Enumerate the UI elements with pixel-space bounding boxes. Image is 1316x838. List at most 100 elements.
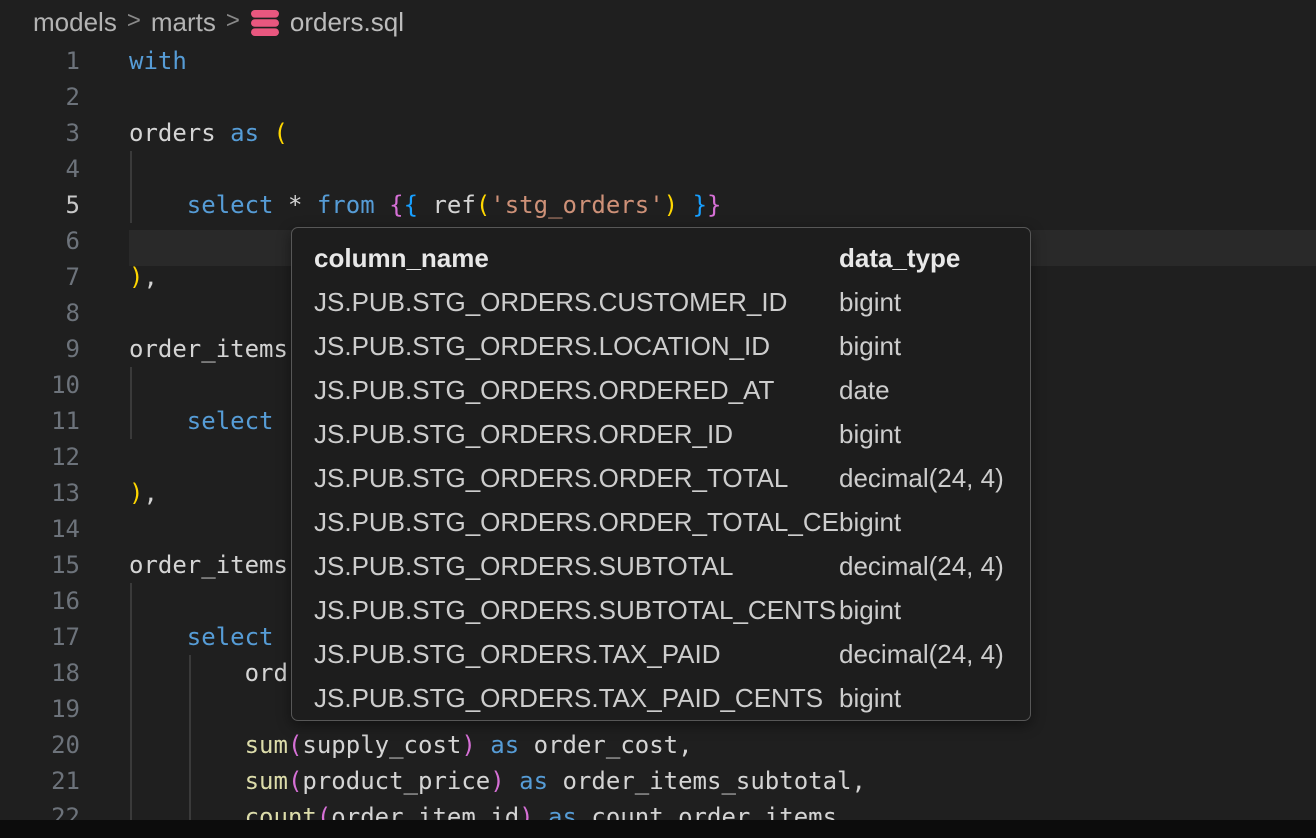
token: product_price bbox=[302, 767, 490, 795]
line-number[interactable]: 12 bbox=[0, 439, 80, 475]
token: order_items_subtotal, bbox=[563, 767, 866, 795]
token bbox=[476, 731, 490, 759]
popup-cell-column-name: JS.PUB.STG_ORDERS.ORDER_TOTAL_CENTS bbox=[314, 500, 839, 544]
line-number[interactable]: 7 bbox=[0, 259, 80, 295]
line-number[interactable]: 19 bbox=[0, 691, 80, 727]
token bbox=[129, 767, 245, 795]
popup-cell-data-type: decimal(24, 4) bbox=[839, 632, 1004, 676]
popup-table-row: JS.PUB.STG_ORDERS.ORDER_TOTAL_CENTSbigin… bbox=[314, 500, 1030, 544]
line-number[interactable]: 2 bbox=[0, 79, 80, 115]
token: ( bbox=[288, 731, 302, 759]
popup-table-row: JS.PUB.STG_ORDERS.SUBTOTALdecimal(24, 4) bbox=[314, 544, 1030, 588]
code-text: ord bbox=[129, 655, 288, 691]
line-number[interactable]: 8 bbox=[0, 295, 80, 331]
token: ( bbox=[274, 119, 288, 147]
token bbox=[129, 731, 245, 759]
popup-cell-data-type: bigint bbox=[839, 412, 901, 456]
code-text: ), bbox=[129, 475, 158, 511]
code-text: select * from {{ ref('stg_orders') }} bbox=[129, 187, 721, 223]
code-line-21[interactable]: 21 sum(product_price) as order_items_sub… bbox=[0, 763, 1316, 799]
breadcrumb-item-marts[interactable]: marts bbox=[151, 7, 216, 38]
token: ) bbox=[664, 191, 678, 219]
token: ) bbox=[129, 479, 143, 507]
code-line-2[interactable]: 2 bbox=[0, 79, 1316, 115]
hover-popup-table: column_name data_type JS.PUB.STG_ORDERS.… bbox=[291, 227, 1031, 721]
line-number[interactable]: 5 bbox=[0, 187, 80, 223]
line-number[interactable]: 11 bbox=[0, 403, 80, 439]
token: ( bbox=[476, 191, 490, 219]
code-text: order_items bbox=[129, 547, 288, 583]
token: select bbox=[187, 623, 274, 651]
popup-table-row: JS.PUB.STG_ORDERS.ORDER_IDbigint bbox=[314, 412, 1030, 456]
code-text: select bbox=[129, 619, 274, 655]
token: ord bbox=[245, 659, 288, 687]
token: sum bbox=[245, 731, 288, 759]
popup-table-row: JS.PUB.STG_ORDERS.TAX_PAIDdecimal(24, 4) bbox=[314, 632, 1030, 676]
token bbox=[505, 767, 519, 795]
popup-cell-data-type: bigint bbox=[839, 500, 901, 544]
line-number[interactable]: 17 bbox=[0, 619, 80, 655]
token: sum bbox=[245, 767, 288, 795]
popup-table-row: JS.PUB.STG_ORDERS.CUSTOMER_IDbigint bbox=[314, 280, 1030, 324]
token bbox=[678, 191, 692, 219]
token bbox=[129, 623, 187, 651]
line-number[interactable]: 10 bbox=[0, 367, 80, 403]
code-text: sum(supply_cost) as order_cost, bbox=[129, 727, 693, 763]
line-number[interactable]: 13 bbox=[0, 475, 80, 511]
token: , bbox=[143, 479, 157, 507]
breadcrumb-item-file[interactable]: orders.sql bbox=[290, 7, 404, 38]
popup-cell-data-type: date bbox=[839, 368, 890, 412]
token: { bbox=[404, 191, 418, 219]
popup-cell-data-type: bigint bbox=[839, 676, 901, 720]
popup-cell-column-name: JS.PUB.STG_ORDERS.ORDER_TOTAL bbox=[314, 456, 839, 500]
popup-cell-data-type: bigint bbox=[839, 280, 901, 324]
token: } bbox=[693, 191, 707, 219]
line-number[interactable]: 3 bbox=[0, 115, 80, 151]
token: ( bbox=[288, 767, 302, 795]
code-line-5[interactable]: 5 select * from {{ ref('stg_orders') }} bbox=[0, 187, 1316, 223]
token: as bbox=[519, 767, 562, 795]
token: { bbox=[389, 191, 403, 219]
token: } bbox=[707, 191, 721, 219]
popup-cell-data-type: decimal(24, 4) bbox=[839, 544, 1004, 588]
line-number[interactable]: 9 bbox=[0, 331, 80, 367]
chevron-right-icon: > bbox=[226, 7, 240, 35]
popup-table-row: JS.PUB.STG_ORDERS.TAX_PAID_CENTSbigint bbox=[314, 676, 1030, 720]
line-number[interactable]: 4 bbox=[0, 151, 80, 187]
token: from bbox=[317, 191, 389, 219]
line-number[interactable]: 21 bbox=[0, 763, 80, 799]
popup-table-row: JS.PUB.STG_ORDERS.LOCATION_IDbigint bbox=[314, 324, 1030, 368]
line-number[interactable]: 16 bbox=[0, 583, 80, 619]
line-number[interactable]: 14 bbox=[0, 511, 80, 547]
token: with bbox=[129, 47, 187, 75]
code-line-20[interactable]: 20 sum(supply_cost) as order_cost, bbox=[0, 727, 1316, 763]
line-number[interactable]: 15 bbox=[0, 547, 80, 583]
line-number[interactable]: 6 bbox=[0, 223, 80, 259]
code-text: sum(product_price) as order_items_subtot… bbox=[129, 763, 866, 799]
token: as bbox=[230, 119, 273, 147]
line-number[interactable]: 20 bbox=[0, 727, 80, 763]
code-line-4[interactable]: 4 bbox=[0, 151, 1316, 187]
line-number[interactable]: 18 bbox=[0, 655, 80, 691]
token: , bbox=[143, 263, 157, 291]
popup-cell-data-type: bigint bbox=[839, 588, 901, 632]
token: orders bbox=[129, 119, 230, 147]
popup-cell-data-type: decimal(24, 4) bbox=[839, 456, 1004, 500]
code-line-3[interactable]: 3 orders as ( bbox=[0, 115, 1316, 151]
token: ) bbox=[461, 731, 475, 759]
token bbox=[129, 407, 187, 435]
breadcrumb-item-models[interactable]: models bbox=[33, 7, 117, 38]
chevron-right-icon: > bbox=[127, 7, 141, 35]
token bbox=[129, 659, 245, 687]
token: ) bbox=[490, 767, 504, 795]
token bbox=[129, 191, 187, 219]
token: supply_cost bbox=[302, 731, 461, 759]
database-icon bbox=[250, 9, 280, 37]
popup-cell-column-name: JS.PUB.STG_ORDERS.SUBTOTAL_CENTS bbox=[314, 588, 839, 632]
line-number[interactable]: 1 bbox=[0, 43, 80, 79]
popup-header-column-name: column_name bbox=[314, 236, 839, 280]
popup-cell-column-name: JS.PUB.STG_ORDERS.LOCATION_ID bbox=[314, 324, 839, 368]
code-line-1[interactable]: 1 with bbox=[0, 43, 1316, 79]
popup-cell-column-name: JS.PUB.STG_ORDERS.CUSTOMER_ID bbox=[314, 280, 839, 324]
token: select bbox=[187, 407, 274, 435]
